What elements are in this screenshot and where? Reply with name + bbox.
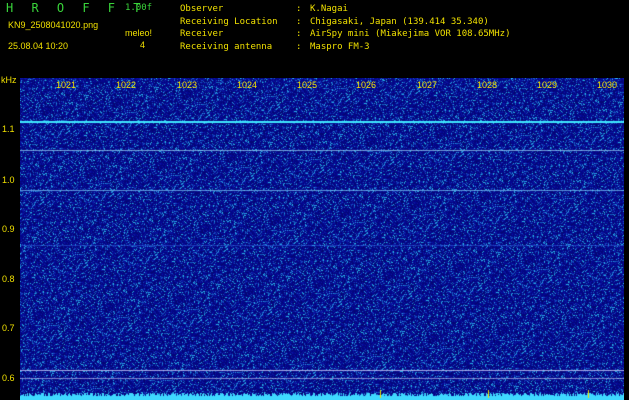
meta-row-antenna: Receiving antenna: Maspro FM-3: [180, 41, 370, 52]
meteor-count: 4: [140, 40, 146, 50]
x-tick-label: 1029: [537, 80, 558, 90]
x-tick-label: 1028: [477, 80, 498, 90]
filename-label: KN9_2508041020.png: [8, 20, 99, 30]
meta-row-receiver: Receiver: AirSpy mini (Miakejima VOR 108.…: [180, 29, 511, 39]
x-tick-label: 1023: [177, 80, 198, 90]
spectrogram-display: [20, 78, 624, 400]
x-tick-label: 1027: [417, 80, 438, 90]
version-label: 1.00f: [125, 3, 153, 13]
x-tick-label: 1025: [297, 80, 318, 90]
y-tick-label: 1.1: [2, 124, 15, 134]
x-tick-label: 1026: [356, 80, 377, 90]
meta-row-observer: Observer: K.Nagai: [180, 4, 348, 14]
y-unit-label: kHz: [1, 75, 17, 85]
metadata-block: Observer: K.Nagai Receiving Location: Chig…: [180, 3, 510, 53]
meta-row-location: Receiving Location: Chigasaki, Japan (139…: [180, 16, 489, 27]
y-tick-label: 0.6: [2, 373, 15, 383]
x-tick-label: 1024: [237, 80, 258, 90]
y-tick-label: 0.8: [2, 274, 15, 284]
y-tick-label: 0.9: [2, 224, 15, 234]
y-tick-label: 1.0: [2, 175, 15, 185]
x-tick-label: 1021: [56, 80, 77, 90]
y-tick-label: 0.7: [2, 323, 15, 333]
datetime-label: 25.08.04 10:20: [8, 41, 69, 51]
x-tick-label: 1030: [597, 80, 618, 90]
x-tick-label: 1022: [116, 80, 137, 90]
meteor-label: meleo!: [125, 28, 153, 38]
header-panel: H R O F F T 1.00f KN9_2508041020.png mel…: [0, 0, 629, 74]
